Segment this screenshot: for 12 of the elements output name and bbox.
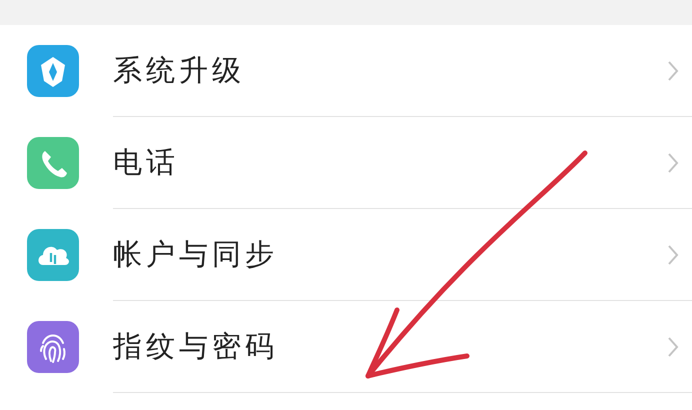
chevron-right-icon [667,152,679,174]
settings-item[interactable]: 系统升级 [113,50,245,90]
app-icon [27,137,79,189]
app-icon [27,45,79,97]
settings-item[interactable]: 指纹与密码 [113,326,278,366]
app-icon [27,321,79,373]
app-icon [27,229,79,281]
settings-item[interactable]: 帐户与同步 [113,234,278,274]
chevron-right-icon [667,336,679,358]
chevron-right-icon [667,60,679,82]
chevron-right-icon [667,244,679,266]
settings-item[interactable]: 电话 [113,142,179,182]
